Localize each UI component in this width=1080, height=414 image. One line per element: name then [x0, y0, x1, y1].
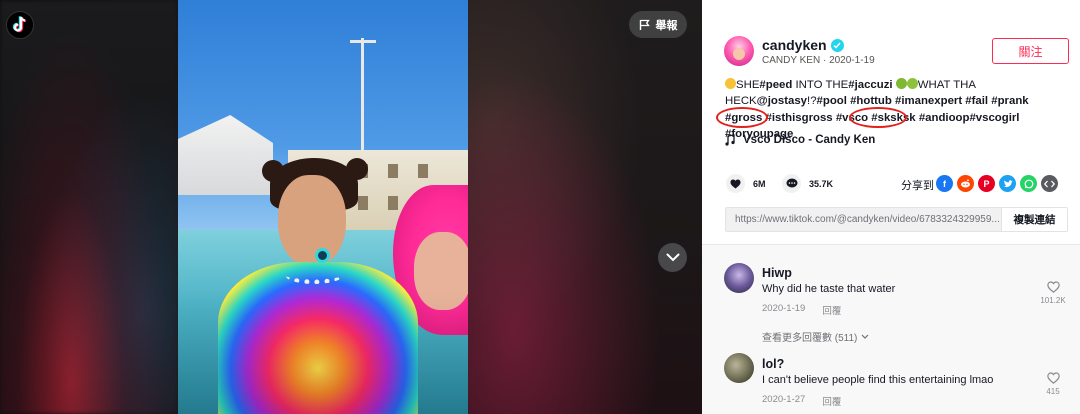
heart-icon	[726, 174, 745, 193]
next-video-button[interactable]	[658, 243, 687, 272]
vomiting-emoji-icon	[906, 78, 918, 89]
video-vignette	[178, 0, 468, 414]
music-title: Vsco Disco - Candy Ken	[743, 134, 876, 146]
comment-text: Why did he taste that water	[762, 283, 896, 295]
author-meta: CANDY KEN · 2020-1-19	[762, 55, 875, 66]
comment-author[interactable]: lol?	[762, 357, 784, 371]
avatar[interactable]	[724, 353, 754, 383]
post-date: 2020-1-19	[829, 55, 875, 66]
comment-author[interactable]: Hiwp	[762, 266, 792, 280]
red-annotation-circle	[849, 107, 907, 128]
verified-badge-icon	[830, 38, 844, 52]
comment-like-button[interactable]: 101.2K	[1038, 281, 1068, 305]
comment-button[interactable]: 35.7K	[782, 174, 833, 193]
like-count: 6M	[753, 178, 766, 189]
music-note-icon	[725, 134, 735, 146]
video-player[interactable]	[178, 0, 468, 414]
hashtag-link[interactable]: #hottub	[850, 95, 892, 107]
mention-link[interactable]: @jostasy	[757, 95, 807, 107]
grimace-emoji-icon	[725, 78, 736, 89]
comment-meta: 2020-1-27 回覆	[762, 394, 841, 408]
chevron-down-icon	[861, 334, 869, 339]
author-avatar[interactable]	[724, 36, 754, 66]
desc-text: SHE	[736, 79, 760, 91]
details-panel: candyken CANDY KEN · 2020-1-19 關注 SHE#pe…	[702, 0, 1080, 414]
copy-link-button[interactable]: 複製連結	[1001, 208, 1067, 231]
author-nickname: CANDY KEN	[762, 55, 821, 66]
follow-button[interactable]: 關注	[992, 38, 1069, 64]
comment-list[interactable]: Hiwp Why did he taste that water 2020-1-…	[702, 244, 1080, 414]
reply-link[interactable]: 回覆	[822, 394, 841, 408]
share-label: 分享到	[901, 180, 934, 192]
view-more-replies-button[interactable]: 查看更多回覆數 (511)	[762, 329, 869, 344]
comment-count: 35.7K	[809, 178, 834, 189]
music-link[interactable]: Vsco Disco - Candy Ken	[725, 134, 875, 146]
comment-meta: 2020-1-19 回覆	[762, 303, 841, 317]
hashtag-link[interactable]: #prank	[991, 95, 1028, 107]
flag-icon	[639, 19, 650, 30]
nauseated-emoji-icon	[895, 78, 907, 89]
blurred-background-left	[0, 0, 178, 414]
reply-link[interactable]: 回覆	[822, 303, 841, 317]
embed-icon[interactable]	[1041, 175, 1058, 192]
comment-icon	[782, 174, 801, 193]
report-button[interactable]: 舉報	[629, 11, 687, 38]
desc-text: !?	[807, 95, 817, 108]
avatar[interactable]	[724, 263, 754, 293]
share-link-box: https://www.tiktok.com/@candyken/video/6…	[725, 207, 1068, 232]
desc-text: INTO THE	[792, 79, 849, 91]
heart-outline-icon	[1046, 372, 1060, 384]
hashtag-link[interactable]: #peed	[759, 79, 792, 91]
red-annotation-circle	[716, 107, 768, 128]
author-username-row[interactable]: candyken	[762, 37, 844, 53]
hashtag-link[interactable]: #imanexpert	[895, 95, 962, 107]
hashtag-link[interactable]: #pool	[817, 95, 847, 107]
hashtag-link[interactable]: #fail	[965, 95, 988, 107]
comment-date: 2020-1-27	[762, 394, 806, 405]
hashtag-link[interactable]: #isthisgross	[766, 112, 833, 124]
reddit-icon[interactable]	[957, 175, 974, 192]
whatsapp-icon[interactable]	[1020, 175, 1037, 192]
pinterest-icon[interactable]: P	[978, 175, 995, 192]
share-icons: f P	[936, 175, 1058, 192]
tiktok-logo-icon[interactable]	[6, 11, 34, 39]
like-button[interactable]: 6M	[726, 174, 766, 193]
twitter-icon[interactable]	[999, 175, 1016, 192]
comment-like-button[interactable]: 415	[1038, 372, 1068, 396]
report-label: 舉報	[655, 19, 678, 32]
hashtag-link[interactable]: #vscogirl	[969, 112, 1019, 124]
chevron-down-icon	[666, 253, 679, 262]
hashtag-link[interactable]: #jaccuzi	[848, 79, 892, 91]
hashtag-link[interactable]: #andioop	[919, 112, 970, 124]
author-username: candyken	[762, 37, 827, 53]
comment-date: 2020-1-19	[762, 303, 806, 314]
more-replies-label: 查看更多回覆數 (511)	[762, 333, 858, 344]
blurred-background-right	[468, 0, 702, 414]
share-link-url[interactable]: https://www.tiktok.com/@candyken/video/6…	[726, 214, 1001, 225]
comment-like-count: 101.2K	[1040, 296, 1066, 305]
tiktok-note-icon	[12, 16, 27, 33]
comment-like-count: 415	[1046, 387, 1060, 396]
video-area[interactable]: 舉報	[0, 0, 702, 414]
facebook-icon[interactable]: f	[936, 175, 953, 192]
comment-text: I can't believe people find this enterta…	[762, 374, 994, 386]
heart-outline-icon	[1046, 281, 1060, 293]
